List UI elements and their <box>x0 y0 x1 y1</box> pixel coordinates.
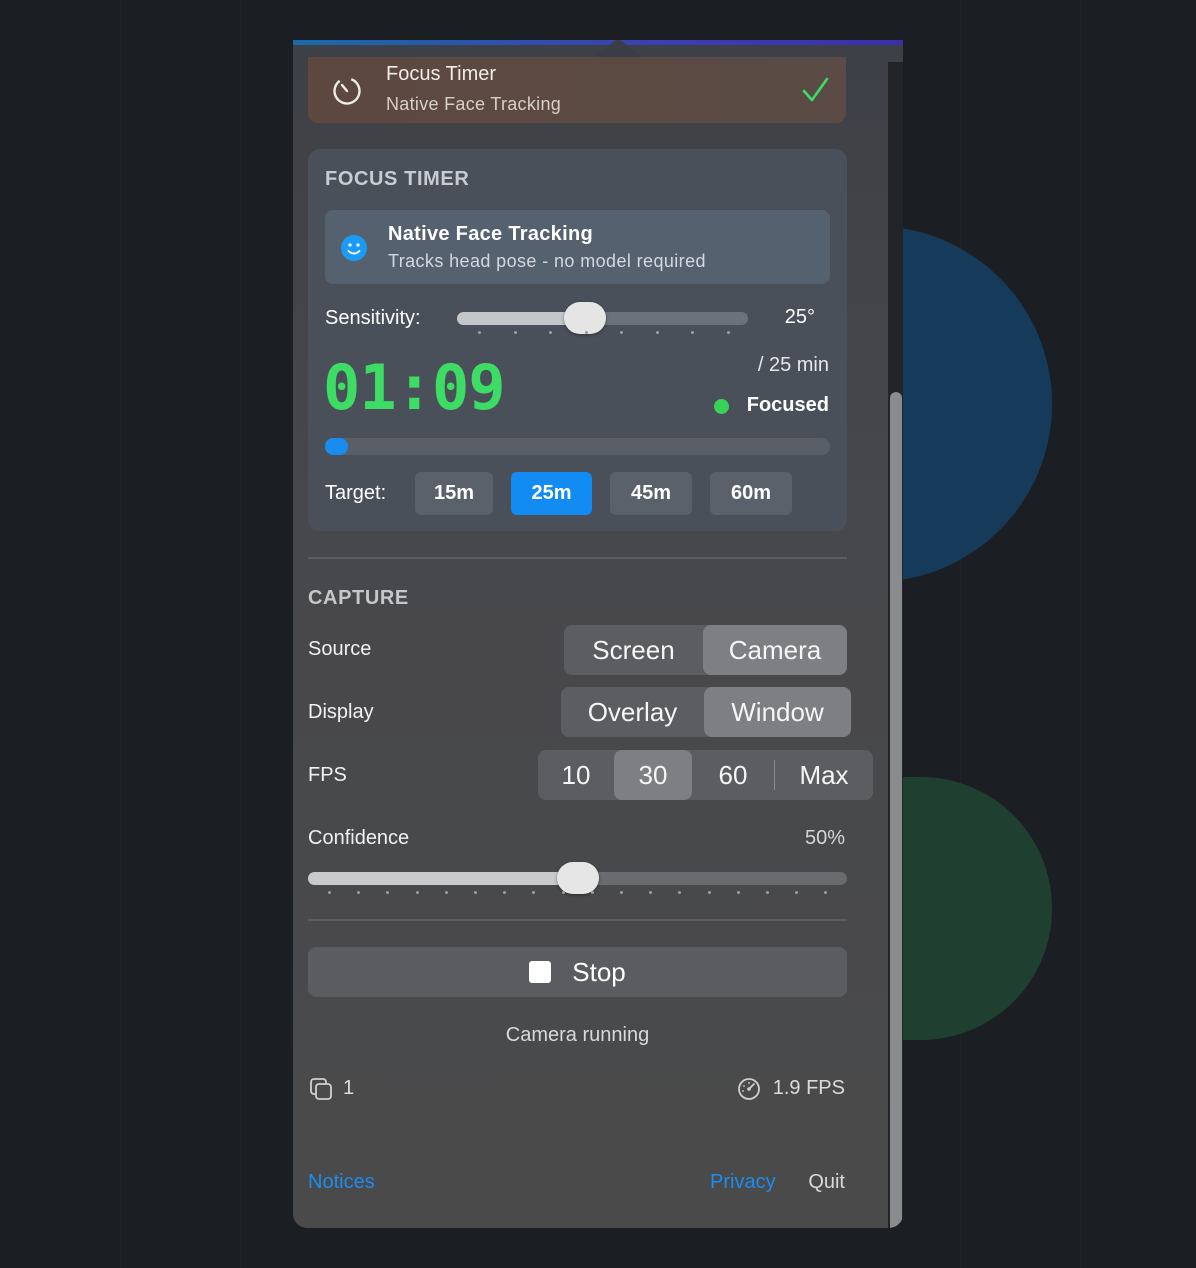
slider-tick <box>357 891 361 894</box>
tracker-info: Native Face Tracking Tracks head pose - … <box>325 210 830 284</box>
fps-segmented-control: 10 30 60 Max <box>538 750 873 800</box>
stop-icon <box>529 961 552 983</box>
slider-tick <box>726 331 730 334</box>
slider-tick <box>620 331 623 334</box>
slider-tick <box>795 891 799 894</box>
fps-30-option[interactable]: 30 <box>614 750 692 800</box>
stop-button-label: Stop <box>572 956 626 987</box>
quit-button[interactable]: Quit <box>808 1171 845 1194</box>
tracker-title: Native Face Tracking <box>388 223 593 245</box>
sensitivity-label: Sensitivity: <box>325 307 421 329</box>
display-segmented-control: Overlay Window <box>561 687 851 737</box>
target-60m-button[interactable]: 60m <box>710 472 792 515</box>
target-25m-button[interactable]: 25m <box>511 472 592 515</box>
timer-readout: 01:09 <box>323 351 506 424</box>
capture-heading: CAPTURE <box>308 587 409 609</box>
sensitivity-value: 25° <box>784 306 815 328</box>
confidence-value: 50% <box>804 827 845 849</box>
slider-tick <box>513 331 517 334</box>
source-screen-option[interactable]: Screen <box>564 625 703 675</box>
fps-readout: 1.9 FPS <box>772 1077 845 1099</box>
focus-timer-heading: FOCUS TIMER <box>325 168 470 190</box>
target-45m-button[interactable]: 45m <box>610 472 692 515</box>
confidence-label: Confidence <box>308 827 410 849</box>
slider-tick <box>590 891 594 894</box>
sensitivity-slider[interactable] <box>457 302 748 334</box>
menu-bar-popover: Focus Timer Native Face Tracking FOCUS T… <box>293 40 903 1228</box>
timer-icon <box>333 77 361 105</box>
scrollbar-thumb[interactable] <box>890 392 902 1228</box>
stop-button[interactable]: Stop <box>308 947 847 997</box>
slider-tick <box>620 891 623 894</box>
face-icon <box>341 235 367 261</box>
slider-tick <box>691 331 694 334</box>
notices-link[interactable]: Notices <box>308 1171 375 1194</box>
display-window-option[interactable]: Window <box>704 687 851 737</box>
focus-status: Focused <box>746 394 829 416</box>
slider-tick <box>474 891 477 894</box>
capture-status: Camera running <box>505 1024 650 1046</box>
slider-tick <box>824 891 828 894</box>
slider-tick <box>549 331 552 334</box>
focus-progress-fill <box>325 438 349 455</box>
checkmark-icon <box>802 77 829 102</box>
fps-60-option[interactable]: 60 <box>692 750 774 800</box>
fps-max-option[interactable]: Max <box>775 750 873 800</box>
divider <box>308 919 847 921</box>
target-label: Target: <box>325 482 387 504</box>
fps-label: FPS <box>308 764 347 786</box>
timer-goal: / 25 min <box>757 354 829 376</box>
slider-tick <box>678 891 682 894</box>
slider-tick <box>561 891 565 894</box>
slider-tick <box>478 331 481 334</box>
slider-tick <box>328 891 331 894</box>
scrollbar[interactable] <box>888 62 903 1228</box>
focus-status-dot <box>714 399 729 414</box>
confidence-slider-knob[interactable] <box>557 862 599 894</box>
mode-banner[interactable]: Focus Timer Native Face Tracking <box>308 57 846 123</box>
fps-10-option[interactable]: 10 <box>538 750 614 800</box>
slider-tick <box>503 891 507 894</box>
slider-tick <box>444 891 448 894</box>
slider-tick <box>386 891 390 894</box>
confidence-slider[interactable] <box>308 862 847 894</box>
slider-tick <box>707 891 711 894</box>
divider <box>308 557 847 559</box>
display-overlay-option[interactable]: Overlay <box>561 687 704 737</box>
banner-title: Focus Timer <box>386 63 497 85</box>
target-15m-button[interactable]: 15m <box>415 472 493 515</box>
sensitivity-slider-knob[interactable] <box>564 302 606 334</box>
focus-timer-card: FOCUS TIMER Native Face Tracking Tracks … <box>308 149 847 531</box>
slider-tick <box>584 331 588 334</box>
sensitivity-ticks <box>457 331 748 335</box>
speedometer-icon <box>738 1078 760 1100</box>
windows-icon <box>310 1078 332 1100</box>
window-count: 1 <box>343 1077 355 1099</box>
display-label: Display <box>308 701 374 723</box>
popover-arrow <box>593 40 643 58</box>
slider-tick <box>736 891 740 894</box>
slider-tick <box>655 331 659 334</box>
source-segmented-control: Screen Camera <box>564 625 847 675</box>
tracker-subtitle: Tracks head pose - no model required <box>388 251 706 271</box>
slider-tick <box>532 891 536 894</box>
slider-tick <box>415 891 419 894</box>
focus-progress-bar <box>325 438 830 455</box>
confidence-ticks <box>308 891 847 895</box>
slider-tick <box>649 891 653 894</box>
source-camera-option[interactable]: Camera <box>703 625 847 675</box>
slider-tick <box>766 891 769 894</box>
privacy-link[interactable]: Privacy <box>710 1171 776 1194</box>
source-label: Source <box>308 638 372 660</box>
confidence-slider-fill <box>308 872 578 885</box>
banner-subtitle: Native Face Tracking <box>386 94 562 114</box>
